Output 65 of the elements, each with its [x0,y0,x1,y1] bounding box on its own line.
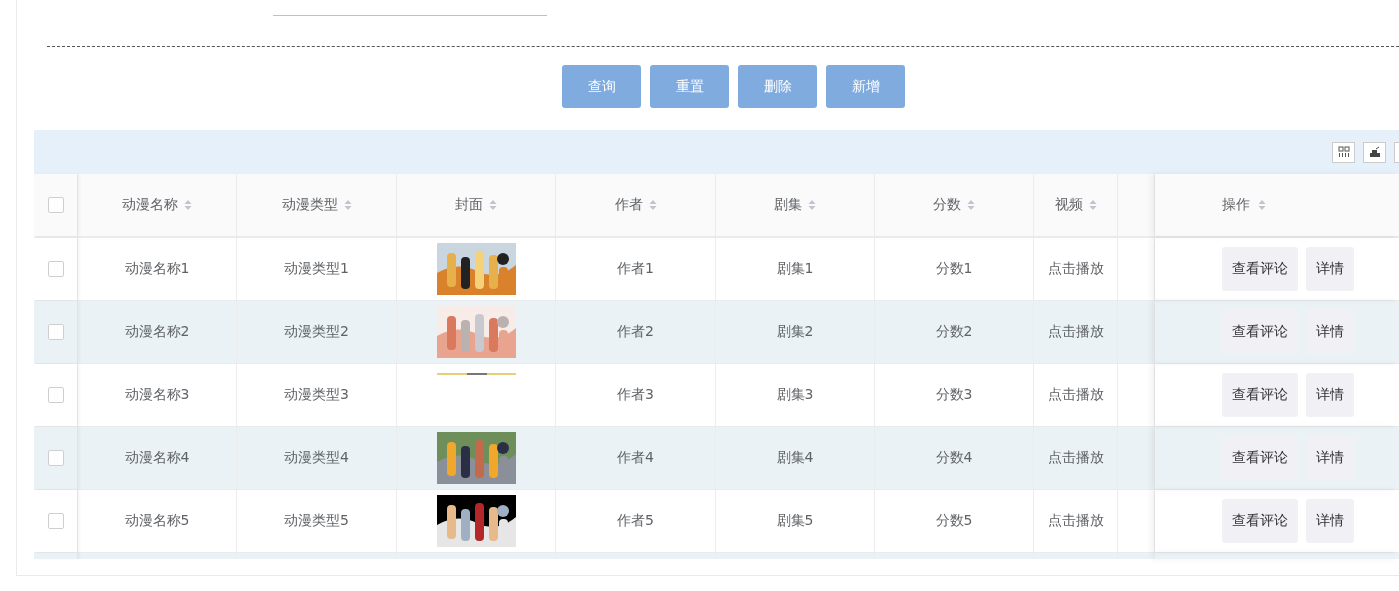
table-cell: 分数4 [935,449,973,467]
table-cell: 分数5 [935,512,973,530]
row-checkbox[interactable] [47,261,64,277]
sort-icon[interactable] [808,199,816,211]
row-checkbox[interactable] [47,513,64,529]
row-action-button[interactable]: 查看评论 [1222,373,1298,417]
table-cell: 作者1 [617,260,654,278]
row-action-button[interactable]: 详情 [1306,436,1354,480]
table-cell: 动漫名称5 [124,512,190,530]
row-action-button[interactable]: 详情 [1306,247,1354,291]
row-action-button[interactable]: 详情 [1306,373,1354,417]
play-link[interactable]: 点击播放 [1047,512,1104,530]
select-all-checkbox[interactable] [47,197,64,213]
row-action-button[interactable]: 查看评论 [1222,310,1298,354]
column-header[interactable]: 剧集 [774,196,802,214]
row-action-button[interactable]: 查看评论 [1222,247,1298,291]
toolbar-button[interactable] [1394,141,1399,163]
column-header[interactable]: 动漫类型 [281,196,338,214]
row-action-button[interactable]: 详情 [1306,499,1354,543]
play-link[interactable]: 点击播放 [1047,386,1104,404]
table-cell: 动漫类型1 [284,260,349,278]
column-header[interactable]: 动漫名称 [122,196,178,214]
table-cell: 作者4 [617,449,654,467]
sort-icon[interactable] [489,199,497,211]
columns-icon[interactable] [1332,141,1355,163]
table-cell: 分数3 [935,386,973,404]
play-link[interactable]: 点击播放 [1047,449,1104,467]
table-cell: 剧集5 [776,512,814,530]
sort-icon[interactable] [343,199,352,211]
table-cell: 作者5 [617,512,654,530]
export-icon[interactable] [1363,141,1386,163]
column-header[interactable]: 封面 [455,196,483,214]
table-cell: 动漫名称1 [124,260,190,278]
sort-icon[interactable] [1088,199,1097,211]
table-cell: 分数2 [935,323,973,341]
play-link[interactable]: 点击播放 [1047,260,1104,278]
table-cell: 作者2 [617,323,654,341]
row-action-button[interactable]: 详情 [1306,310,1354,354]
table-cell: 分数1 [935,260,973,278]
table-cell: 动漫类型5 [284,512,349,530]
row-checkbox[interactable] [47,324,64,340]
row-checkbox[interactable] [47,387,64,403]
row-action-button[interactable]: 查看评论 [1222,499,1298,543]
table-cell: 作者3 [617,386,654,404]
table-cell: 动漫名称4 [124,449,190,467]
table-cell: 动漫类型3 [284,386,349,404]
column-header[interactable]: 视频 [1054,196,1083,214]
sort-icon[interactable] [648,199,657,211]
play-link[interactable]: 点击播放 [1047,323,1104,341]
table-cell: 动漫类型2 [284,323,349,341]
column-header[interactable]: 作者 [614,196,643,214]
table-cell: 动漫名称2 [124,323,190,341]
table-cell: 剧集2 [776,323,814,341]
sort-icon[interactable] [1258,199,1266,211]
table-cell: 动漫类型4 [284,449,349,467]
sort-icon[interactable] [967,199,975,211]
column-header[interactable]: 分数 [933,196,961,214]
table-cell: 动漫名称3 [124,386,190,404]
column-header[interactable]: 操作 [1222,196,1250,214]
row-action-button[interactable]: 查看评论 [1222,436,1298,480]
table-cell: 剧集1 [776,260,814,278]
table-cell: 剧集3 [776,386,814,404]
table-cell: 剧集4 [776,449,814,467]
sort-icon[interactable] [184,199,192,211]
row-checkbox[interactable] [47,450,64,466]
